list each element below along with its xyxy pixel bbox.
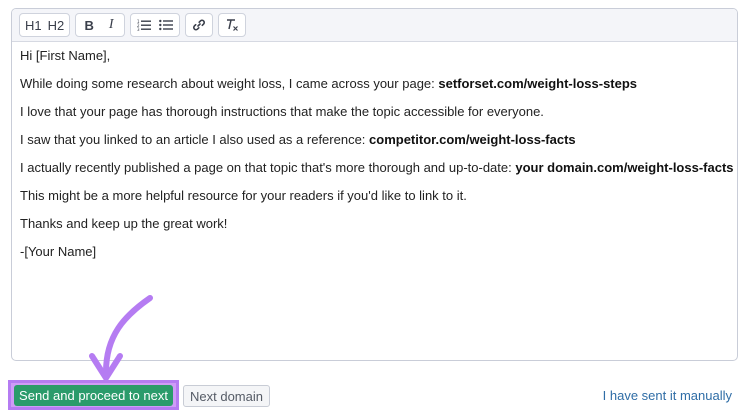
heading-1-button[interactable]: H1: [23, 15, 44, 35]
heading-2-button[interactable]: H2: [46, 15, 67, 35]
email-line: While doing some research about weight l…: [20, 76, 638, 91]
clear-format-group: [218, 13, 247, 37]
bullet-list-button[interactable]: [156, 15, 176, 35]
email-body[interactable]: Hi [First Name], While doing some resear…: [12, 42, 737, 260]
clear-format-button[interactable]: [222, 15, 242, 35]
email-line: I love that your page has thorough instr…: [20, 104, 544, 119]
list-group: 1 2 3: [130, 13, 181, 37]
sent-manually-link[interactable]: I have sent it manually: [603, 388, 732, 403]
bold-icon: B: [84, 17, 94, 33]
email-line: Thanks and keep up the great work!: [20, 216, 228, 231]
email-line: Hi [First Name],: [20, 48, 111, 63]
competitor-url: competitor.com/weight-loss-facts: [369, 132, 576, 147]
ordered-list-button[interactable]: 1 2 3: [134, 15, 154, 35]
italic-button[interactable]: I: [101, 15, 121, 35]
bullet-list-icon: [159, 19, 174, 31]
your-domain-url: your domain.com/weight-loss-facts: [515, 160, 734, 175]
text-style-group: B I: [75, 13, 126, 37]
ordered-list-icon: 1 2 3: [137, 19, 152, 31]
action-footer: Send and proceed to next Next domain I h…: [0, 380, 750, 412]
email-line: I saw that you linked to an article I al…: [20, 132, 576, 147]
link-icon: [193, 19, 206, 31]
heading-group: H1 H2: [19, 13, 71, 37]
email-line: This might be a more helpful resource fo…: [20, 188, 467, 203]
italic-icon: I: [108, 17, 114, 32]
email-line: -[Your Name]: [20, 244, 97, 259]
svg-text:3: 3: [137, 27, 140, 31]
target-page-url: setforset.com/weight-loss-steps: [438, 76, 638, 91]
heading-2-icon: H2: [47, 17, 65, 33]
email-line: I actually recently published a page on …: [20, 160, 734, 175]
clear-format-icon: [227, 19, 239, 31]
send-and-proceed-button[interactable]: Send and proceed to next: [14, 385, 173, 406]
heading-1-icon: H1: [25, 17, 42, 33]
next-domain-button[interactable]: Next domain: [183, 385, 270, 407]
email-editor[interactable]: H1 H2 B I 1 2 3 Hi [First Name], While d…: [11, 8, 738, 361]
link-button[interactable]: [189, 15, 209, 35]
bold-button[interactable]: B: [79, 15, 99, 35]
editor-toolbar: H1 H2 B I 1 2 3: [12, 9, 737, 42]
link-group: [185, 13, 214, 37]
